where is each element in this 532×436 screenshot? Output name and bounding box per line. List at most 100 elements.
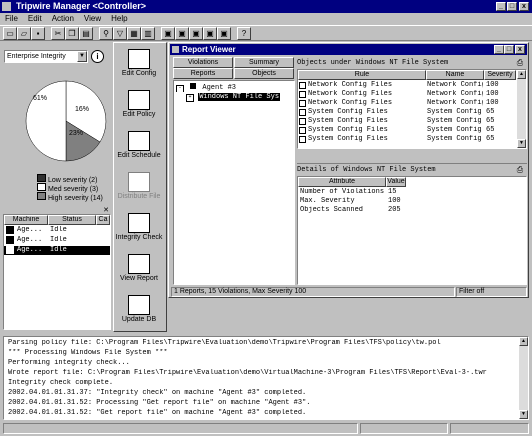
attribute-cell: Max. Severity bbox=[300, 197, 355, 205]
table-row[interactable]: Number of Violations 15 bbox=[298, 188, 526, 197]
rule-cell: System Config Files bbox=[308, 108, 388, 116]
status-column-header[interactable]: Status bbox=[48, 215, 96, 225]
scroll-down-icon[interactable]: ▼ bbox=[519, 410, 528, 419]
new-icon[interactable]: ▭ bbox=[3, 27, 17, 40]
table-row-selected[interactable]: Age... Idle bbox=[4, 246, 110, 255]
tree-node-label: Windows NT File Sys bbox=[198, 93, 281, 101]
edit-schedule-button[interactable]: Edit Schedule bbox=[114, 131, 164, 159]
save-icon[interactable]: ▪ bbox=[31, 27, 45, 40]
table-row[interactable]: Network Config Files Network Config Files… bbox=[298, 99, 516, 108]
value-cell: 15 bbox=[388, 188, 397, 196]
chart-icon[interactable]: ▥ bbox=[141, 27, 155, 40]
severity-column-header[interactable]: Severity bbox=[484, 70, 516, 80]
scroll-down-icon[interactable]: ▼ bbox=[517, 139, 526, 148]
log-line: Parsing policy file: C:\Program Files\Tr… bbox=[8, 339, 441, 347]
value-column-header[interactable]: Value bbox=[386, 177, 406, 187]
open-icon[interactable]: ▱ bbox=[17, 27, 31, 40]
tab-objects[interactable]: Objects bbox=[234, 68, 294, 79]
tab-summary[interactable]: Summary bbox=[234, 57, 294, 68]
app-status-bar bbox=[3, 423, 529, 435]
nav-panel: Edit Config Edit Policy Edit Schedule Di… bbox=[113, 42, 167, 332]
menu-edit[interactable]: Edit bbox=[23, 13, 47, 25]
log-scrollbar[interactable]: ▲ ▼ bbox=[519, 337, 528, 419]
binoculars-icon[interactable]: ⚲ bbox=[99, 27, 113, 40]
name-cell: Network Config Files bbox=[427, 81, 483, 89]
filter-icon[interactable]: ▽ bbox=[113, 27, 127, 40]
edit-schedule-label: Edit Schedule bbox=[117, 152, 161, 159]
severity-cell: 65 bbox=[486, 108, 495, 116]
attribute-column-header[interactable]: Attribute bbox=[298, 177, 386, 187]
ca-column-header[interactable]: Ca bbox=[96, 215, 110, 225]
log-line: Performing integrity check... bbox=[8, 359, 130, 367]
update-db-button[interactable]: Update DB bbox=[114, 295, 164, 323]
rule-column-header[interactable]: Rule bbox=[298, 70, 426, 80]
window5-icon[interactable]: ▣ bbox=[217, 27, 231, 40]
table-row[interactable]: Objects Scanned 205 bbox=[298, 206, 526, 215]
objects-scrollbar[interactable]: ▲ ▼ bbox=[517, 70, 526, 148]
tree-expand-icon[interactable]: + bbox=[186, 94, 194, 102]
minimize-button[interactable]: _ bbox=[496, 2, 506, 11]
table-row[interactable]: Network Config Files Network Config Files… bbox=[298, 90, 516, 99]
copy-icon[interactable]: ❐ bbox=[65, 27, 79, 40]
pie-label-small: 16% bbox=[75, 106, 89, 113]
name-cell: System Config Files bbox=[427, 126, 483, 134]
report-maximize-button[interactable]: □ bbox=[504, 45, 514, 54]
tab-violations[interactable]: Violations bbox=[173, 57, 233, 68]
table-row[interactable]: System Config FilesSystem Config Files65 bbox=[298, 117, 516, 126]
machine-column-header[interactable]: Machine bbox=[4, 215, 48, 225]
cut-icon[interactable]: ✂ bbox=[51, 27, 65, 40]
report-icon[interactable]: ▦ bbox=[127, 27, 141, 40]
table-row[interactable]: System Config FilesSystem Config Files65 bbox=[298, 126, 516, 135]
distribute-file-button[interactable]: Distribute File bbox=[114, 172, 164, 200]
status-pane-main bbox=[3, 423, 358, 434]
report-close-button[interactable]: x bbox=[515, 45, 525, 54]
window4-icon[interactable]: ▣ bbox=[203, 27, 217, 40]
window-title: Tripwire Manager <Controller> bbox=[16, 1, 147, 11]
integrity-check-button[interactable]: Integrity Check bbox=[114, 213, 164, 241]
scroll-up-icon[interactable]: ▲ bbox=[519, 337, 528, 346]
tab-reports[interactable]: Reports bbox=[173, 68, 233, 79]
maximize-button[interactable]: □ bbox=[507, 2, 517, 11]
table-row[interactable]: Max. Severity 100 bbox=[298, 197, 526, 206]
computer-icon bbox=[6, 246, 14, 254]
paste-icon[interactable]: ▤ bbox=[79, 27, 93, 40]
tree-collapse-icon[interactable]: - bbox=[176, 85, 184, 92]
table-row[interactable]: Age... Idle bbox=[4, 236, 110, 245]
close-pane-icon[interactable]: ✕ bbox=[103, 206, 109, 214]
edit-policy-button[interactable]: Edit Policy bbox=[114, 90, 164, 118]
tree-node-filesystem[interactable]: + Windows NT File Sys bbox=[186, 93, 281, 102]
edit-config-button[interactable]: Edit Config bbox=[114, 49, 164, 77]
printer-icon[interactable]: ⎙ bbox=[514, 57, 526, 68]
window2-icon[interactable]: ▣ bbox=[175, 27, 189, 40]
help-icon[interactable]: ? bbox=[237, 27, 251, 40]
legend-item: Med severity (3) bbox=[37, 183, 113, 193]
scroll-up-icon[interactable]: ▲ bbox=[517, 70, 526, 79]
menu-help[interactable]: Help bbox=[106, 13, 132, 25]
legend-item: Low severity (2) bbox=[37, 174, 113, 184]
report-minimize-button[interactable]: _ bbox=[494, 45, 504, 54]
details-table: Attribute Value Number of Violations 15 Ma… bbox=[297, 176, 527, 285]
rule-cell: Network Config Files bbox=[308, 90, 393, 98]
report-tabs: Violations Summary Reports Objects bbox=[173, 57, 295, 79]
report-viewer-title: Report Viewer bbox=[182, 45, 236, 54]
menu-action[interactable]: Action bbox=[47, 13, 79, 25]
file-icon bbox=[299, 136, 306, 143]
view-report-button[interactable]: View Report bbox=[114, 254, 164, 282]
printer-icon[interactable]: ⎙ bbox=[514, 164, 526, 175]
table-row[interactable]: System Config FilesSystem Config Files65 bbox=[298, 135, 516, 144]
close-button[interactable]: x bbox=[519, 2, 529, 11]
info-icon[interactable]: i bbox=[91, 50, 104, 63]
log-line: *** Processing Windows File System *** bbox=[8, 349, 168, 357]
tree-node-agent[interactable]: - Agent #3 bbox=[176, 83, 236, 92]
filter-dropdown[interactable]: Enterprise Integrity ▼ bbox=[4, 50, 88, 63]
chevron-down-icon[interactable]: ▼ bbox=[77, 51, 87, 62]
menu-view[interactable]: View bbox=[79, 13, 106, 25]
table-row[interactable]: Age... Idle bbox=[4, 226, 110, 235]
table-row[interactable]: System Config FilesSystem Config Files65 bbox=[298, 108, 516, 117]
menu-file[interactable]: File bbox=[0, 13, 23, 25]
table-row[interactable]: Network Config Files Network Config Files… bbox=[298, 81, 516, 90]
window1-icon[interactable]: ▣ bbox=[161, 27, 175, 40]
rule-cell: Network Config Files bbox=[308, 81, 393, 89]
window3-icon[interactable]: ▣ bbox=[189, 27, 203, 40]
name-column-header[interactable]: Name bbox=[426, 70, 484, 80]
